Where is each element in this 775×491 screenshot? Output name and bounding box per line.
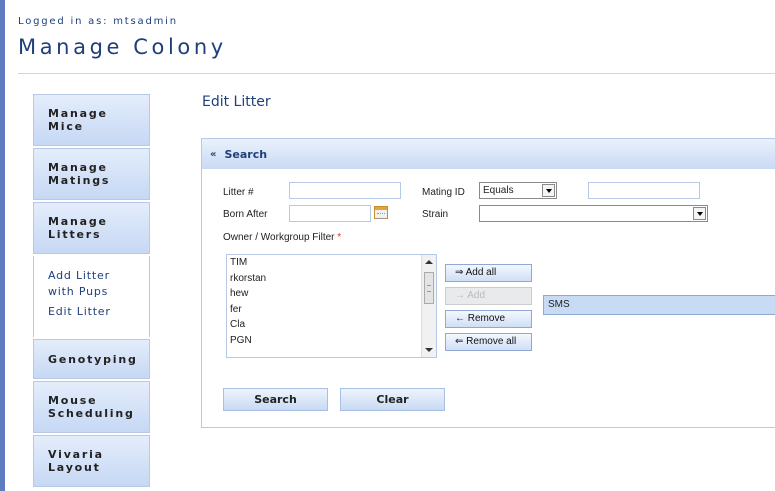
page-title: Edit Litter: [202, 94, 271, 110]
list-item[interactable]: hew: [227, 286, 436, 302]
sidebar-item-label: Vivaria: [48, 448, 104, 461]
strain-label: Strain: [422, 209, 449, 220]
search-panel-header[interactable]: « Search: [202, 139, 775, 169]
sidebar-item-label: Layout: [48, 461, 101, 474]
scroll-up-icon[interactable]: [425, 260, 433, 264]
sidebar-item-mouse-scheduling[interactable]: Mouse Scheduling: [33, 381, 150, 433]
sidebar-item-label: Manage: [48, 215, 108, 228]
sidebar-item-manage-matings[interactable]: Manage Matings: [33, 148, 150, 200]
list-item[interactable]: fer: [227, 302, 436, 318]
sidebar-item-genotyping[interactable]: Genotyping: [33, 339, 150, 379]
litter-number-input[interactable]: [289, 182, 401, 199]
sidebar-item-label: Manage: [48, 107, 108, 120]
sidebar: Manage Mice Manage Matings Manage Litters A…: [33, 94, 150, 489]
sidebar-subitem-edit-litter[interactable]: Edit Litter: [48, 304, 137, 320]
sidebar-item-manage-mice[interactable]: Manage Mice: [33, 94, 150, 146]
list-item[interactable]: rkorstan: [227, 271, 436, 287]
remove-button[interactable]: ← Remove: [445, 310, 532, 328]
search-button[interactable]: Search: [223, 388, 328, 411]
owner-filter-label: Owner / Workgroup Filter *: [223, 232, 342, 243]
born-after-label: Born After: [223, 209, 268, 220]
chevron-double-down-icon: «: [210, 148, 217, 160]
sidebar-subitem-add-litter[interactable]: Add Litter with Pups: [48, 268, 137, 300]
app-title: Manage Colony: [18, 35, 227, 59]
logged-in-status: Logged in as: mtsadmin: [18, 16, 178, 27]
calendar-icon[interactable]: [374, 206, 388, 219]
list-item[interactable]: SMS: [548, 299, 570, 310]
sidebar-item-label: Scheduling: [48, 407, 135, 420]
mating-id-operator-select[interactable]: Equals: [479, 182, 557, 199]
sidebar-item-vivaria-layout[interactable]: Vivaria Layout: [33, 435, 150, 487]
sidebar-item-label: Litters: [48, 228, 102, 241]
born-after-input[interactable]: [289, 205, 371, 222]
mating-id-operator-value: Equals: [483, 185, 514, 196]
add-button[interactable]: → Add: [445, 287, 532, 305]
sidebar-submenu-litters: Add Litter with Pups Edit Litter: [33, 256, 150, 337]
selected-owners-list[interactable]: SMS: [543, 295, 775, 315]
header-divider: [18, 73, 775, 74]
search-panel: « Search Litter # Mating ID Equals Born …: [201, 138, 775, 428]
clear-button[interactable]: Clear: [340, 388, 445, 411]
chevron-down-icon: [693, 207, 706, 220]
sidebar-item-manage-litters[interactable]: Manage Litters: [33, 202, 150, 254]
list-scrollbar[interactable]: [421, 255, 436, 357]
litter-number-label: Litter #: [223, 187, 254, 198]
scroll-down-icon[interactable]: [425, 348, 433, 352]
sidebar-item-label: Mice: [48, 120, 84, 133]
list-item[interactable]: Cla: [227, 317, 436, 333]
add-all-button[interactable]: ⇒ Add all: [445, 264, 532, 282]
sidebar-item-label: Matings: [48, 174, 111, 187]
scroll-thumb[interactable]: [424, 272, 434, 304]
chevron-down-icon: [542, 184, 555, 197]
available-owners-list[interactable]: TIM rkorstan hew fer Cla PGN: [226, 254, 437, 358]
left-accent-rule: [0, 0, 5, 491]
sidebar-item-label: Genotyping: [48, 352, 138, 366]
sidebar-item-label: Manage: [48, 161, 108, 174]
list-item[interactable]: PGN: [227, 333, 436, 349]
mating-id-label: Mating ID: [422, 187, 465, 198]
strain-select[interactable]: [479, 205, 708, 222]
mating-id-input[interactable]: [588, 182, 700, 199]
search-panel-title: Search: [224, 147, 268, 161]
remove-all-button[interactable]: ⇐ Remove all: [445, 333, 532, 351]
sidebar-item-label: Mouse: [48, 394, 98, 407]
list-item[interactable]: TIM: [227, 255, 436, 271]
required-asterisk: *: [337, 232, 342, 243]
